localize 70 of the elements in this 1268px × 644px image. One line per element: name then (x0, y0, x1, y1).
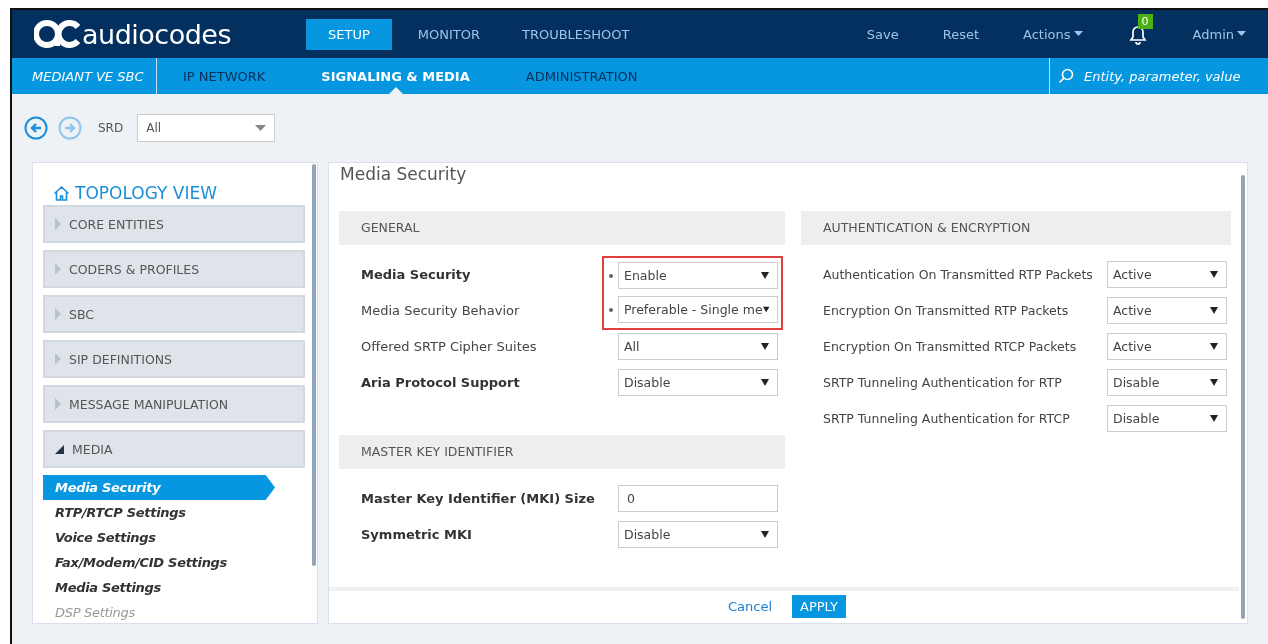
dropdown-arrow-icon (1210, 379, 1218, 387)
sidebar-item[interactable]: RTP/RTCP Settings (43, 500, 275, 525)
dropdown[interactable]: Active (1107, 333, 1227, 361)
search-icon (1058, 68, 1074, 84)
nav-tab[interactable]: MONITOR (401, 18, 496, 50)
search-field[interactable]: Entity, parameter, value (1082, 67, 1266, 85)
srd-label: SRD (98, 121, 124, 135)
sidebar-item[interactable]: Fax/Modem/CID Settings (43, 550, 275, 575)
dropdown-arrow-icon (761, 272, 769, 280)
field-label: Media Security (360, 267, 472, 283)
section-header: MASTER KEY IDENTIFIER (339, 434, 785, 469)
dropdown-arrow-icon (761, 343, 769, 351)
dropdown[interactable]: Disable (1107, 405, 1227, 433)
dropdown[interactable]: All (618, 333, 778, 361)
sidebar-item[interactable]: Media Settings (43, 575, 275, 600)
field-label: Offered SRTP Cipher Suites (360, 339, 538, 355)
dropdown[interactable]: Disable (618, 369, 778, 397)
sidebar-group[interactable]: SIP DEFINITIONS (43, 340, 305, 378)
field-label: SRTP Tunneling Authentication for RTCP (822, 411, 1071, 427)
field-label: Symmetric MKI (360, 527, 473, 543)
section-header: AUTHENTICATION & ENCRYPTION (801, 210, 1231, 245)
field-label: Master Key Identifier (MKI) Size (360, 491, 596, 507)
nav-tab[interactable]: IP NETWORK (157, 58, 292, 94)
dropdown-arrow-icon (762, 306, 769, 314)
caret-icon (1237, 31, 1246, 37)
nav-tab[interactable]: TROUBLESHOOT (506, 18, 646, 50)
caret-icon (1073, 31, 1083, 37)
sidebar-group[interactable]: CORE ENTITIES (43, 205, 305, 243)
menu-button[interactable]: Admin (1192, 26, 1246, 42)
dropdown[interactable]: Disable (618, 521, 778, 549)
sidebar-group[interactable]: MEDIA (43, 430, 305, 468)
field-label: Encryption On Transmitted RTCP Packets (822, 339, 1078, 355)
dropdown[interactable]: Enable (618, 262, 778, 290)
field-label: Encryption On Transmitted RTP Packets (822, 303, 1070, 319)
home-icon[interactable] (53, 185, 70, 201)
cancel-link[interactable]: Cancel (721, 598, 778, 616)
dropdown-arrow-icon (761, 379, 769, 387)
section-header: GENERAL (339, 210, 785, 245)
dropdown-arrow-icon (255, 125, 267, 131)
header-link[interactable]: Save (866, 26, 899, 42)
scrollbar[interactable] (312, 164, 316, 566)
nav-tab[interactable]: ADMINISTRATION (499, 58, 664, 94)
field-label: Media Security Behavior (360, 303, 521, 319)
sidebar-item[interactable]: Voice Settings (43, 525, 275, 550)
input-field[interactable]: 0 (618, 485, 778, 513)
sidebar-group[interactable]: CODERS & PROFILES (43, 250, 305, 288)
dropdown[interactable]: Active (1107, 297, 1227, 325)
field-label: SRTP Tunneling Authentication for RTP (822, 375, 1063, 391)
dropdown[interactable]: Active (1107, 261, 1227, 289)
sidebar-title[interactable]: TOPOLOGY VIEW (75, 183, 217, 203)
sidebar-group[interactable]: SBC (43, 295, 305, 333)
sidebar-group[interactable]: MESSAGE MANIPULATION (43, 385, 305, 423)
dropdown-arrow-icon (1210, 307, 1218, 315)
field-label: Aria Protocol Support (360, 375, 521, 391)
header-link[interactable]: Reset (942, 26, 980, 42)
dropdown-arrow-icon (1210, 415, 1218, 423)
page-title: Media Security (340, 164, 467, 184)
field-label: Authentication On Transmitted RTP Packets (822, 267, 1091, 283)
dropdown[interactable]: Disable (1107, 369, 1227, 397)
scrollbar[interactable] (1241, 175, 1245, 619)
menu-button[interactable]: Actions (1023, 26, 1083, 42)
device-name: MEDIANT VE SBC (12, 58, 157, 94)
dropdown-arrow-icon (1210, 271, 1218, 279)
srd-dropdown[interactable]: All (137, 114, 276, 142)
dropdown-arrow-icon (1210, 343, 1218, 351)
dropdown-arrow-icon (761, 531, 769, 539)
logo-icon (34, 20, 80, 48)
notification-badge: 0 (1137, 14, 1153, 29)
logo-text: audiocodes (82, 18, 231, 50)
dropdown[interactable]: Preferable - Single me (618, 296, 778, 324)
